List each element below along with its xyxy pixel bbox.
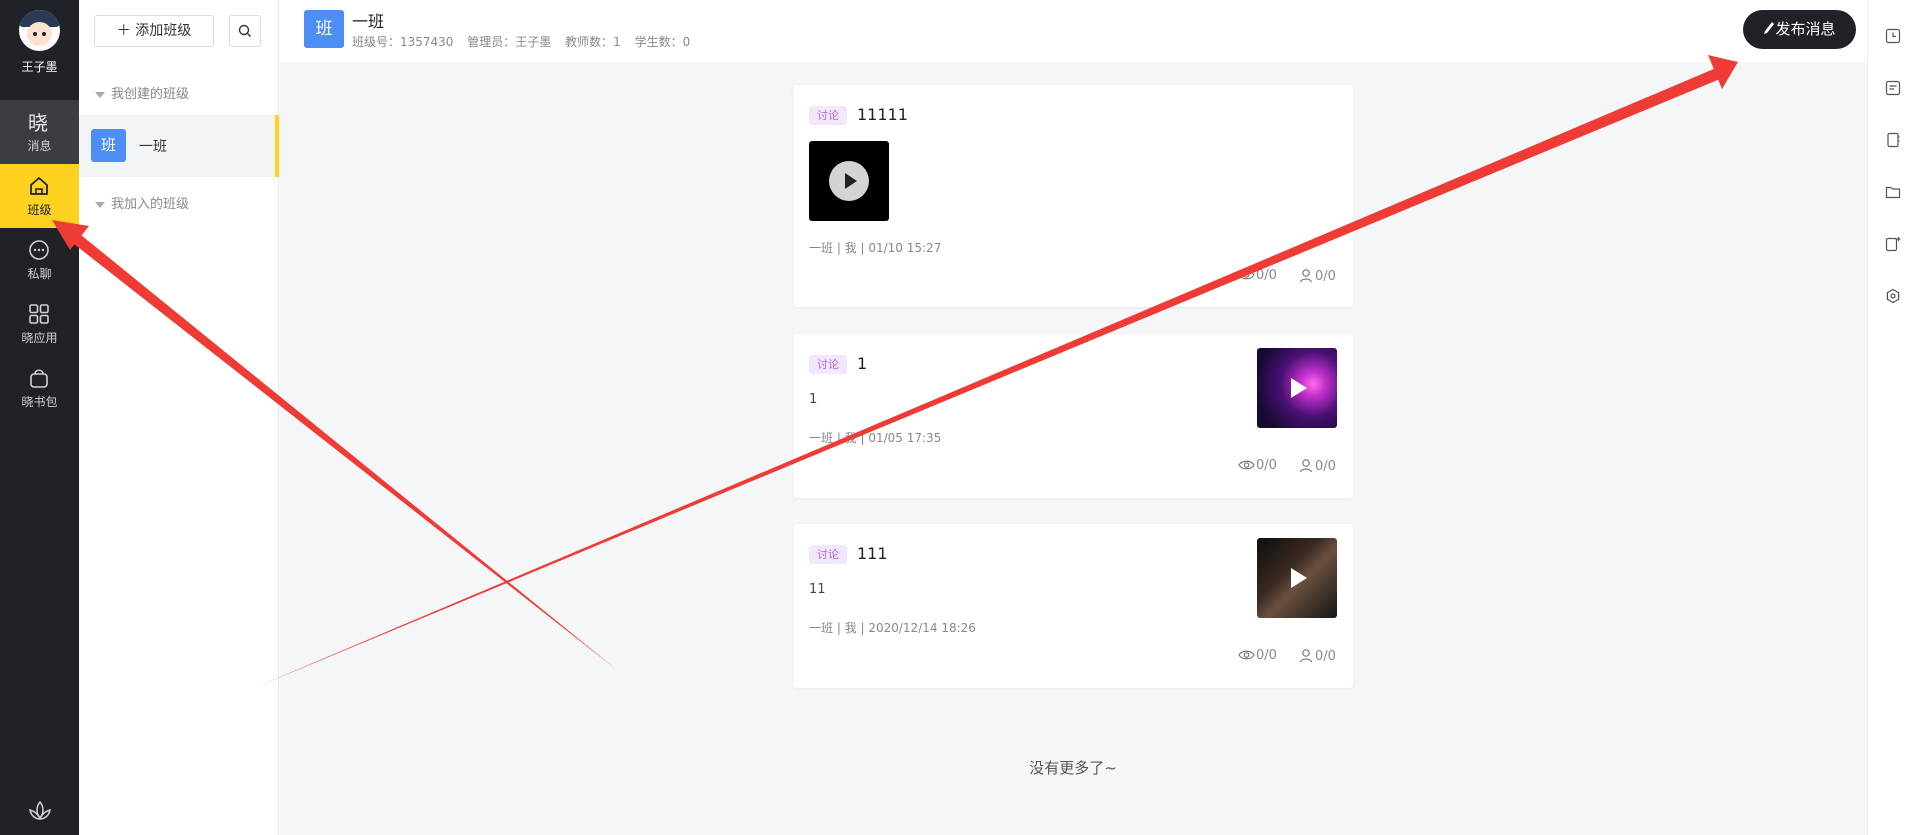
add-class-label: 添加班级 — [135, 23, 192, 39]
post-meta: 一班 | 我 | 01/05 17:35 — [809, 431, 942, 445]
post-body: 1 — [809, 392, 818, 407]
video-thumbnail[interactable] — [809, 141, 889, 221]
reply-count[interactable]: 0/0 — [1299, 268, 1336, 284]
rail-item-bag[interactable]: 晓书包 — [0, 356, 79, 420]
play-icon — [1277, 368, 1317, 408]
reply-count[interactable]: 0/0 — [1299, 458, 1336, 474]
avatar[interactable] — [19, 10, 60, 51]
settings-icon[interactable] — [1885, 288, 1901, 304]
folder-icon[interactable] — [1885, 184, 1901, 200]
apps-grid-icon — [29, 304, 49, 324]
plus-icon: ＋ — [116, 23, 131, 39]
reply-count[interactable]: 0/0 — [1299, 648, 1336, 664]
add-note-icon[interactable] — [1885, 236, 1901, 252]
post-meta: 一班 | 我 | 01/10 15:27 — [809, 241, 942, 255]
class-badge: 班 — [91, 129, 126, 162]
notice-board-icon[interactable] — [1885, 80, 1901, 96]
joined-group-label: 我加入的班级 — [111, 197, 190, 212]
class-name: 一班 — [139, 139, 167, 155]
rail-item-apps[interactable]: 晓应用 — [0, 292, 79, 356]
post-tag: 讨论 — [809, 545, 847, 564]
class-item[interactable]: 班 一班 — [79, 115, 279, 177]
post-title: 11111 — [857, 105, 908, 124]
class-meta: 班级号：1357430 管理员：王子墨 教师数：1 学生数：0 — [352, 33, 700, 50]
post-tag: 讨论 — [809, 106, 847, 125]
publish-message-button[interactable]: 发布消息 — [1743, 10, 1856, 49]
student-count: 学生数：0 — [634, 35, 691, 49]
created-group-label: 我创建的班级 — [111, 87, 190, 102]
post-card[interactable]: 讨论 111 11 一班 | 我 | 2020/12/14 18:26 0/0 … — [793, 524, 1353, 688]
history-icon[interactable] — [1885, 28, 1901, 44]
person-icon — [1299, 649, 1313, 663]
play-icon — [829, 161, 869, 201]
eye-icon — [1238, 270, 1255, 280]
class-header: 班 一班 班级号：1357430 管理员：王子墨 教师数：1 学生数：0 发布消… — [280, 0, 1867, 62]
video-thumbnail[interactable] — [1257, 348, 1337, 428]
joined-classes-group[interactable]: 我加入的班级 — [95, 193, 189, 212]
add-class-button[interactable]: ＋ 添加班级 — [94, 15, 214, 47]
class-admin: 管理员：王子墨 — [467, 35, 552, 49]
right-tool-strip — [1867, 0, 1917, 835]
post-tag: 讨论 — [809, 355, 847, 374]
post-title: 111 — [857, 544, 888, 563]
caret-down-icon — [95, 201, 105, 208]
notebook-icon[interactable] — [1885, 132, 1901, 148]
no-more-text: 没有更多了~ — [1029, 759, 1117, 777]
person-icon — [1299, 269, 1313, 283]
view-count[interactable]: 0/0 — [1238, 458, 1277, 473]
class-panel: ＋ 添加班级 我创建的班级 班 一班 我加入的班级 — [79, 0, 279, 835]
class-number: 班级号：1357430 — [352, 35, 454, 49]
post-title: 1 — [857, 354, 868, 373]
user-profile[interactable]: 王子墨 — [0, 0, 79, 100]
publish-label: 发布消息 — [1775, 20, 1836, 38]
rail-label-messages: 消息 — [27, 139, 52, 153]
user-name: 王子墨 — [21, 60, 58, 74]
rail-label-class: 班级 — [27, 203, 52, 217]
chat-icon — [29, 240, 49, 260]
left-rail: 王子墨 晓 消息 班级 私聊 晓应用 晓书包 — [0, 0, 79, 835]
view-count[interactable]: 0/0 — [1238, 268, 1277, 283]
rail-item-chat[interactable]: 私聊 — [0, 228, 79, 292]
play-icon — [1277, 558, 1317, 598]
header-class-badge: 班 — [304, 10, 344, 48]
bag-icon — [30, 369, 48, 388]
reply-count-value: 0/0 — [1315, 459, 1336, 474]
search-icon — [238, 24, 251, 37]
post-body: 11 — [809, 582, 826, 597]
view-count-value: 0/0 — [1256, 648, 1277, 663]
rail-label-bag: 晓书包 — [21, 395, 58, 409]
person-icon — [1299, 459, 1313, 473]
xiao-logo-icon: 晓 — [28, 111, 48, 133]
reply-count-value: 0/0 — [1315, 269, 1336, 284]
rail-item-class[interactable]: 班级 — [0, 164, 79, 228]
eye-icon — [1238, 460, 1255, 470]
search-button[interactable] — [229, 15, 261, 47]
post-card[interactable]: 讨论 1 1 一班 | 我 | 01/05 17:35 0/0 0/0 — [793, 334, 1353, 498]
eye-icon — [1238, 650, 1255, 660]
svg-text:晓: 晓 — [28, 111, 48, 133]
post-card[interactable]: 讨论 11111 一班 | 我 | 01/10 15:27 0/0 0/0 — [793, 85, 1353, 307]
pencil-icon — [1764, 22, 1775, 34]
rail-label-chat: 私聊 — [27, 267, 52, 281]
post-meta: 一班 | 我 | 2020/12/14 18:26 — [809, 621, 976, 635]
lotus-icon[interactable] — [27, 798, 53, 824]
rail-item-messages[interactable]: 晓 消息 — [0, 100, 79, 164]
view-count-value: 0/0 — [1256, 458, 1277, 473]
view-count-value: 0/0 — [1256, 268, 1277, 283]
view-count[interactable]: 0/0 — [1238, 648, 1277, 663]
rail-label-apps: 晓应用 — [21, 331, 58, 345]
teacher-count: 教师数：1 — [565, 35, 621, 49]
reply-count-value: 0/0 — [1315, 649, 1336, 664]
caret-down-icon — [95, 91, 105, 98]
page-title: 一班 — [352, 12, 385, 31]
video-thumbnail[interactable] — [1257, 538, 1337, 618]
home-icon — [30, 177, 48, 195]
created-classes-group[interactable]: 我创建的班级 — [95, 83, 189, 102]
